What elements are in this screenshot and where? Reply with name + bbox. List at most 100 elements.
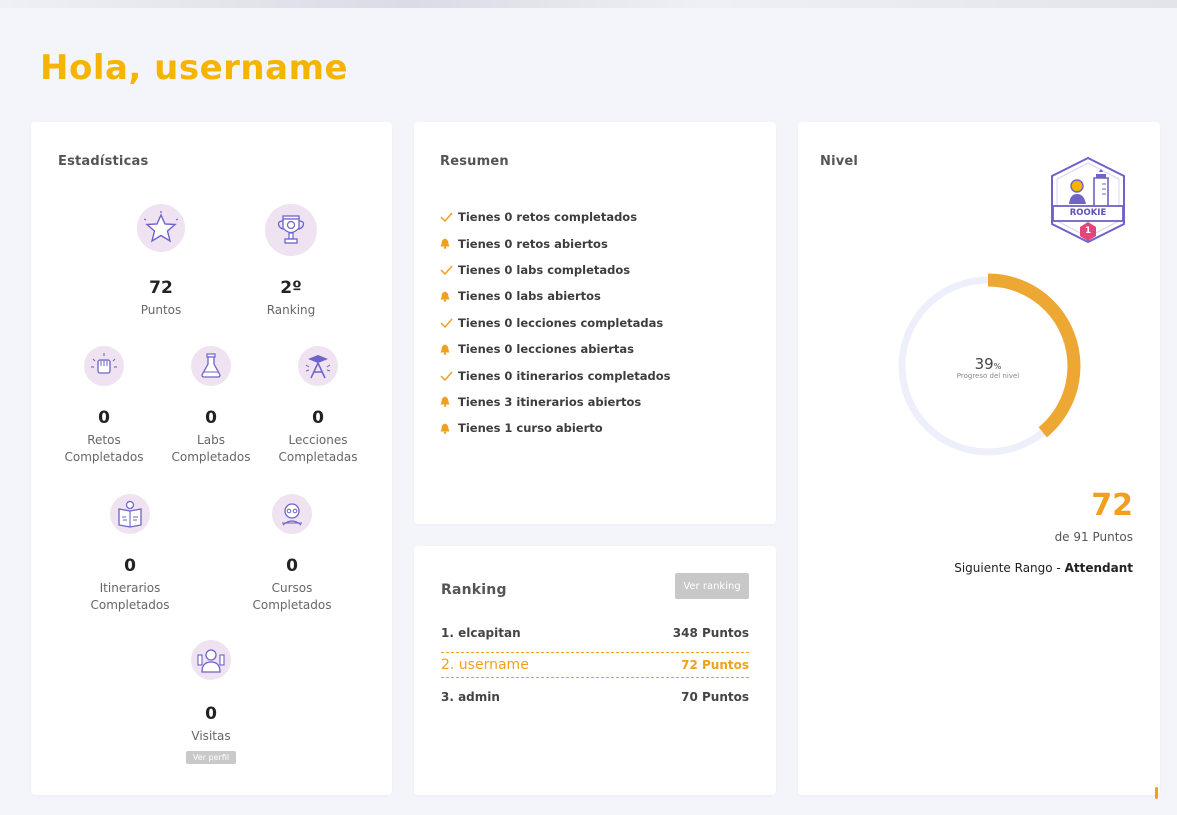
top-band	[0, 0, 1177, 8]
stat-label-line1: Labs	[197, 433, 225, 447]
star-icon	[137, 204, 185, 252]
progress-unit: %	[993, 362, 1002, 371]
map-book-icon	[110, 494, 150, 534]
progress-value: 39	[974, 355, 994, 373]
next-rank-prefix: Siguiente Rango -	[954, 561, 1065, 575]
stat-cursos: 0 Cursos Completados	[232, 494, 352, 614]
stat-value: 0	[286, 556, 298, 576]
stat-label: Puntos	[140, 303, 182, 317]
stat-label: Itinerarios Completados	[70, 580, 190, 614]
summary-item-text: Tienes 0 itinerarios completados	[458, 368, 671, 383]
trophy-icon	[265, 204, 317, 256]
fist-icon	[84, 346, 124, 386]
page-title: Hola, username	[40, 48, 349, 88]
stat-puntos: 72 Puntos	[101, 204, 221, 319]
level-points-total: de 91 Puntos	[1054, 530, 1133, 544]
summary-item-text: Tienes 0 retos abiertos	[458, 236, 608, 251]
progress-label: Progreso del nivel	[956, 372, 1020, 380]
summary-item-text: Tienes 3 itinerarios abiertos	[458, 394, 642, 409]
stat-value: 72	[149, 278, 173, 298]
visitor-icon	[191, 640, 231, 680]
bell-icon	[440, 344, 458, 355]
stat-label-line1: Lecciones	[288, 433, 348, 447]
stat-labs: 0 Labs Completados	[151, 346, 271, 466]
progress-text: 39% Progreso del nivel	[894, 354, 1082, 380]
summary-item: Tienes 0 itinerarios completados	[440, 362, 671, 388]
bell-icon	[440, 238, 458, 249]
summary-title: Resumen	[440, 154, 509, 169]
student-icon	[272, 494, 312, 534]
stat-label-line2: Completados	[252, 598, 332, 612]
bell-icon	[440, 396, 458, 408]
summary-item: Tienes 0 lecciones abiertas	[440, 336, 671, 362]
stat-label: Labs Completados	[151, 432, 271, 466]
view-ranking-button[interactable]: Ver ranking	[675, 573, 749, 599]
corner-accent	[1155, 787, 1158, 799]
ranking-name: 3. admin	[441, 690, 500, 704]
check-icon	[440, 212, 458, 223]
check-icon	[440, 371, 458, 381]
view-profile-button[interactable]: Ver perfil	[185, 751, 237, 764]
summary-item: Tienes 0 retos completados	[440, 204, 671, 230]
level-progress-ring: 39% Progreso del nivel	[894, 272, 1082, 460]
stat-label: Cursos Completados	[232, 580, 352, 614]
stat-value: 2º	[280, 278, 302, 298]
ranking-title: Ranking	[441, 582, 507, 598]
summary-item: Tienes 3 itinerarios abiertos	[440, 389, 671, 415]
stat-value: 0	[98, 408, 110, 428]
stat-value: 0	[205, 408, 217, 428]
stat-label: Ranking	[266, 303, 316, 317]
summary-item-text: Tienes 0 labs abiertos	[458, 289, 601, 304]
stat-itinerarios: 0 Itinerarios Completados	[70, 494, 190, 614]
summary-list: Tienes 0 retos completados Tienes 0 reto…	[440, 204, 671, 442]
check-icon	[440, 265, 458, 275]
summary-item-text: Tienes 0 retos completados	[458, 210, 638, 225]
ranking-points: 70 Puntos	[681, 690, 749, 704]
bell-icon	[440, 423, 458, 434]
badge-level: 1	[1084, 226, 1092, 236]
badge-label: ROOKIE	[1069, 208, 1107, 218]
stat-label-line2: Completados	[171, 450, 251, 464]
stat-label-line2: Completadas	[278, 450, 358, 464]
stat-label: Retos Completados	[44, 432, 164, 466]
summary-item-text: Tienes 0 labs completados	[458, 262, 631, 277]
stat-label-line1: Cursos	[271, 581, 313, 595]
ranking-name: 2. username	[441, 657, 529, 673]
stat-ranking: 2º Ranking	[231, 204, 351, 319]
stat-label-line2: Completados	[90, 598, 170, 612]
bell-icon	[440, 291, 458, 302]
next-rank: Siguiente Rango - Attendant	[954, 561, 1133, 575]
stat-visitas: 0 Visitas Ver perfil	[151, 640, 271, 764]
ranking-points: 348 Puntos	[672, 626, 749, 640]
summary-item: Tienes 1 curso abierto	[440, 415, 671, 441]
stat-label-line2: Completados	[64, 450, 144, 464]
ranking-points: 72 Puntos	[681, 658, 749, 672]
ranking-row-current-user[interactable]: 2. username 72 Puntos	[441, 652, 749, 678]
summary-item: Tienes 0 labs completados	[440, 257, 671, 283]
stat-value: 0	[312, 408, 324, 428]
summary-item-text: Tienes 0 lecciones completadas	[458, 315, 664, 330]
graduate-icon	[298, 346, 338, 386]
summary-item: Tienes 0 labs abiertos	[440, 283, 671, 309]
stat-value: 0	[124, 556, 136, 576]
stat-value: 0	[205, 704, 217, 724]
ranking-row[interactable]: 1. elcapitan 348 Puntos	[441, 620, 749, 646]
stat-label-line1: Itinerarios	[99, 581, 161, 595]
rookie-badge: ROOKIE 1	[1046, 156, 1130, 248]
stat-label: Visitas	[191, 729, 231, 743]
summary-item: Tienes 0 lecciones completadas	[440, 310, 671, 336]
ranking-row[interactable]: 3. admin 70 Puntos	[441, 684, 749, 710]
check-icon	[440, 318, 458, 328]
stats-title: Estadísticas	[58, 154, 149, 169]
ranking-name: 1. elcapitan	[441, 626, 521, 640]
stat-label-line1: Retos	[87, 433, 121, 447]
summary-item-text: Tienes 0 lecciones abiertas	[458, 342, 634, 357]
stat-retos: 0 Retos Completados	[44, 346, 164, 466]
flask-icon	[191, 346, 231, 386]
summary-item-text: Tienes 1 curso abierto	[458, 421, 603, 436]
summary-item: Tienes 0 retos abiertos	[440, 230, 671, 256]
next-rank-name: Attendant	[1064, 561, 1133, 575]
stat-lecciones: 0 Lecciones Completadas	[258, 346, 378, 466]
level-points: 72	[1091, 488, 1133, 523]
level-title: Nivel	[820, 154, 859, 169]
